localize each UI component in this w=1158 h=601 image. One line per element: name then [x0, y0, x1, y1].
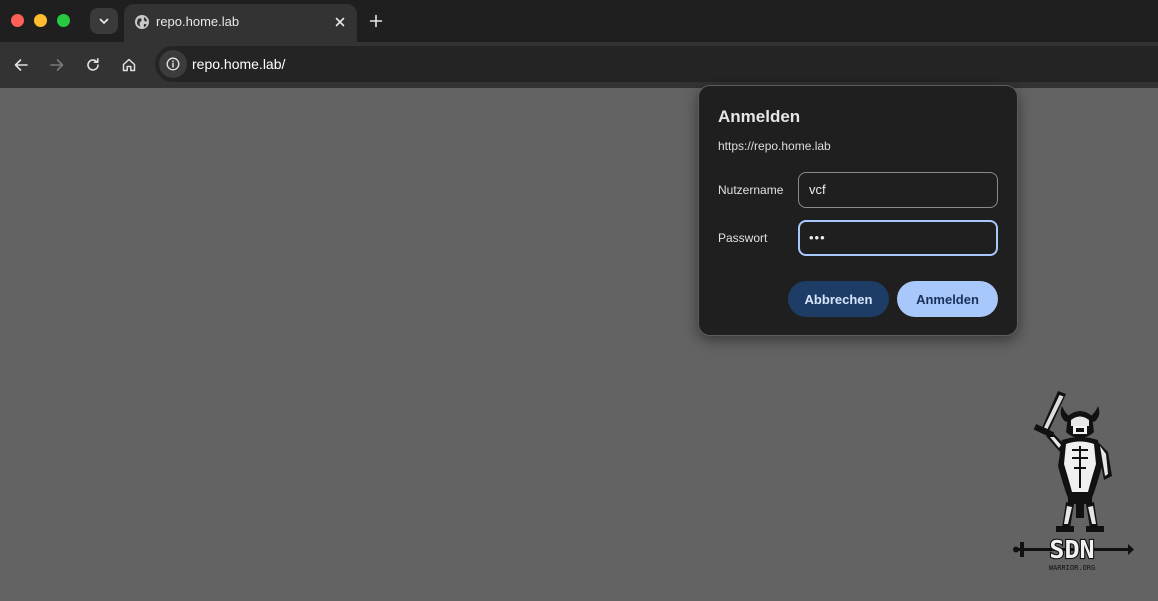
logo-subtext: WARRIOR.ORG — [1049, 564, 1095, 572]
tab-strip: repo.home.lab — [0, 0, 1158, 42]
site-info-button[interactable] — [159, 50, 187, 78]
url-text: repo.home.lab/ — [192, 56, 286, 72]
sdn-warrior-logo: SDN WARRIOR.ORG — [1013, 391, 1134, 572]
info-icon — [166, 57, 180, 71]
back-button[interactable] — [9, 53, 33, 77]
plus-icon — [369, 14, 383, 28]
globe-icon — [135, 15, 149, 29]
browser-toolbar: repo.home.lab/ — [0, 42, 1158, 88]
new-tab-button[interactable] — [366, 11, 386, 31]
tab-search-button[interactable] — [90, 8, 118, 34]
window-close-button[interactable] — [11, 14, 24, 27]
arrow-right-icon — [50, 59, 64, 71]
home-button[interactable] — [117, 53, 141, 77]
home-icon — [122, 58, 136, 72]
reload-button[interactable] — [81, 53, 105, 77]
arrow-left-icon — [14, 59, 28, 71]
username-field[interactable]: vcf — [798, 172, 998, 208]
cancel-button[interactable]: Abbrechen — [788, 281, 889, 317]
window-minimize-button[interactable] — [34, 14, 47, 27]
tab-title: repo.home.lab — [156, 14, 240, 29]
password-field[interactable]: ••• — [798, 220, 998, 256]
dialog-title: Anmelden — [718, 107, 801, 126]
login-dialog: Anmelden https://repo.home.lab Nutzernam… — [698, 85, 1018, 336]
active-tab[interactable]: repo.home.lab — [124, 4, 357, 42]
address-bar[interactable]: repo.home.lab/ — [155, 46, 1158, 82]
password-label: Passwort — [718, 231, 768, 245]
close-icon — [335, 17, 345, 27]
window-maximize-button[interactable] — [57, 14, 70, 27]
dialog-origin: https://repo.home.lab — [718, 139, 831, 153]
username-label: Nutzername — [718, 183, 784, 197]
sign-in-button[interactable]: Anmelden — [897, 281, 998, 317]
logo-text: SDN — [1049, 535, 1094, 564]
forward-button[interactable] — [45, 53, 69, 77]
chevron-down-icon — [99, 18, 109, 24]
tab-close-button[interactable] — [331, 13, 349, 31]
reload-icon — [87, 58, 99, 71]
